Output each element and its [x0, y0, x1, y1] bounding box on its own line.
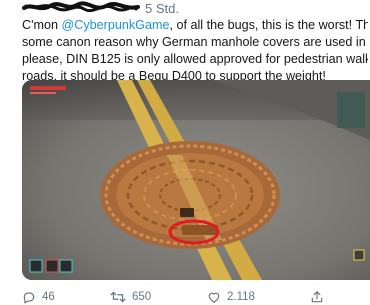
mention-link[interactable]: @CyberpunkGame: [62, 18, 170, 32]
hud-minimap: [29, 259, 73, 273]
tweet-text-line-1: C'mon @CyberpunkGame, of all the bugs, t…: [22, 17, 368, 34]
tweet-text-line-3: please, DIN B125 is only allowed approve…: [22, 52, 368, 66]
tweet-actions: 46 650 2.118: [0, 286, 370, 305]
retweet-count: 650: [132, 291, 152, 303]
tweet-text: C'mon @CyberpunkGame, of all the bugs, t…: [22, 17, 368, 85]
reply-count: 46: [42, 291, 55, 303]
hud-indicator: [353, 249, 365, 261]
redacted-author-name[interactable]: [22, 1, 140, 13]
reply-button[interactable]: 46: [22, 289, 55, 305]
tweet-card[interactable]: 5 Std. C'mon @CyberpunkGame, of all the …: [0, 0, 370, 305]
tweet-timestamp[interactable]: 5 Std.: [145, 1, 179, 16]
like-count: 2.118: [227, 291, 255, 303]
share-icon: [311, 291, 323, 303]
reply-icon: [23, 292, 35, 304]
tweet-text-segment: , of all the bugs, this is the worst! Th…: [169, 18, 368, 32]
retweet-button[interactable]: 650: [110, 289, 151, 305]
manhole-cover: [100, 141, 280, 249]
tweet-media-image[interactable]: [22, 80, 370, 280]
share-button[interactable]: [310, 289, 324, 305]
retweet-icon: [110, 291, 126, 303]
tweet-text-segment: C'mon: [22, 18, 62, 32]
tweet-text-line-2: some canon reason why German manhole cov…: [22, 35, 368, 49]
heart-icon: [208, 292, 220, 303]
tweet-header: 5 Std.: [0, 0, 370, 18]
vehicle-edge: [337, 92, 365, 128]
like-button[interactable]: 2.118: [207, 289, 255, 305]
